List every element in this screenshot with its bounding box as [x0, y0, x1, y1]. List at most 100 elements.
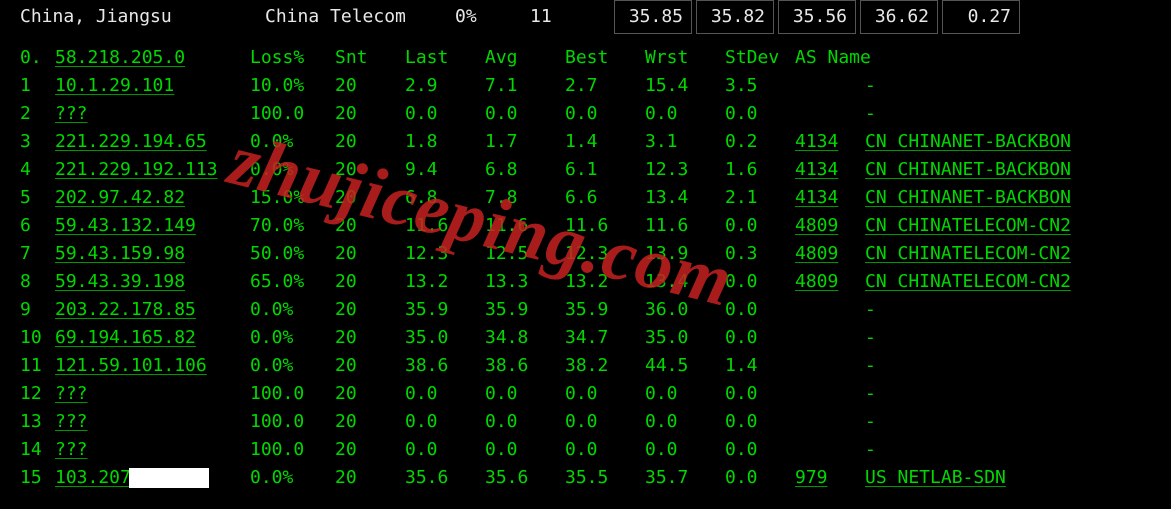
header-host: 58.218.205.0: [55, 44, 250, 72]
hop-wrst: 35.7: [645, 464, 725, 492]
header-hop: 0.: [20, 44, 55, 72]
hop-host: 59.43.132.149: [55, 212, 250, 240]
hop-loss: 0.0%: [250, 296, 335, 324]
header-stdev: StDev: [725, 44, 795, 72]
hop-snt: 20: [335, 72, 405, 100]
hop-loss: 0.0%: [250, 464, 335, 492]
hop-avg: 7.8: [485, 184, 565, 212]
hop-avg: 1.7: [485, 128, 565, 156]
hop-number: 8: [20, 268, 55, 296]
hop-asn: 979: [795, 464, 865, 492]
hop-loss: 100.0: [250, 408, 335, 436]
hop-last: 12.3: [405, 240, 485, 268]
hop-avg: 34.8: [485, 324, 565, 352]
hop-avg: 11.6: [485, 212, 565, 240]
hop-asname: -: [865, 72, 1171, 100]
mtr-row: 859.43.39.19865.0%2013.213.313.213.40.04…: [20, 268, 1171, 296]
hop-last: 1.8: [405, 128, 485, 156]
hop-number: 5: [20, 184, 55, 212]
hop-best: 0.0: [565, 380, 645, 408]
hop-host: 69.194.165.82: [55, 324, 250, 352]
mtr-row: 3221.229.194.650.0%201.81.71.43.10.24134…: [20, 128, 1171, 156]
hop-last: 0.0: [405, 100, 485, 128]
hop-last: 6.8: [405, 184, 485, 212]
hop-avg: 12.5: [485, 240, 565, 268]
hop-snt: 20: [335, 212, 405, 240]
hop-stdev: 2.1: [725, 184, 795, 212]
hop-number: 9: [20, 296, 55, 324]
mtr-row: 759.43.159.9850.0%2012.312.512.313.90.34…: [20, 240, 1171, 268]
hop-number: 7: [20, 240, 55, 268]
hop-snt: 20: [335, 240, 405, 268]
summary-row: China, Jiangsu China Telecom 0% 11 35.85…: [0, 0, 1171, 34]
hop-avg: 13.3: [485, 268, 565, 296]
hop-number: 14: [20, 436, 55, 464]
hop-number: 1: [20, 72, 55, 100]
hop-loss: 70.0%: [250, 212, 335, 240]
hop-wrst: 0.0: [645, 408, 725, 436]
hop-number: 13: [20, 408, 55, 436]
mtr-row: 12???100.0200.00.00.00.00.0-: [20, 380, 1171, 408]
hop-avg: 7.1: [485, 72, 565, 100]
redaction-box: [129, 468, 209, 488]
hop-loss: 0.0%: [250, 324, 335, 352]
mtr-row: 659.43.132.14970.0%2011.611.611.611.60.0…: [20, 212, 1171, 240]
hop-last: 38.6: [405, 352, 485, 380]
summary-pct: 0%: [455, 3, 530, 31]
hop-snt: 20: [335, 184, 405, 212]
hop-number: 4: [20, 156, 55, 184]
hop-asn: 4134: [795, 128, 865, 156]
hop-last: 0.0: [405, 436, 485, 464]
hop-stdev: 0.0: [725, 296, 795, 324]
hop-wrst: 0.0: [645, 100, 725, 128]
hop-wrst: 35.0: [645, 324, 725, 352]
hop-avg: 6.8: [485, 156, 565, 184]
hop-host: 59.43.159.98: [55, 240, 250, 268]
summary-count: 11: [530, 3, 610, 31]
hop-asname: -: [865, 296, 1171, 324]
hop-last: 35.6: [405, 464, 485, 492]
hop-best: 38.2: [565, 352, 645, 380]
hop-number: 11: [20, 352, 55, 380]
hop-snt: 20: [335, 268, 405, 296]
hop-asname: CN CHINATELECOM-CN2: [865, 240, 1171, 268]
hop-last: 0.0: [405, 408, 485, 436]
hop-stdev: 0.0: [725, 464, 795, 492]
hop-asn: 4809: [795, 268, 865, 296]
hop-stdev: 0.0: [725, 100, 795, 128]
hop-host: 59.43.39.198: [55, 268, 250, 296]
hop-best: 0.0: [565, 408, 645, 436]
hop-stdev: 0.0: [725, 436, 795, 464]
hop-host: 203.22.178.85: [55, 296, 250, 324]
hop-host: ???: [55, 436, 250, 464]
summary-location: China, Jiangsu: [20, 3, 265, 31]
hop-wrst: 0.0: [645, 380, 725, 408]
summary-isp: China Telecom: [265, 3, 455, 31]
hop-best: 13.2: [565, 268, 645, 296]
mtr-row: 14???100.0200.00.00.00.00.0-: [20, 436, 1171, 464]
hop-avg: 0.0: [485, 100, 565, 128]
hop-loss: 100.0: [250, 380, 335, 408]
hop-stdev: 0.0: [725, 212, 795, 240]
hop-snt: 20: [335, 380, 405, 408]
hop-asname: -: [865, 436, 1171, 464]
hop-asname: -: [865, 408, 1171, 436]
header-loss: Loss%: [250, 44, 335, 72]
hop-number: 2: [20, 100, 55, 128]
hop-asn: 4134: [795, 156, 865, 184]
hop-host: ???: [55, 380, 250, 408]
hop-best: 6.6: [565, 184, 645, 212]
hop-asname: -: [865, 380, 1171, 408]
hop-last: 2.9: [405, 72, 485, 100]
mtr-row: 4221.229.192.1130.0%209.46.86.112.31.641…: [20, 156, 1171, 184]
hop-number: 12: [20, 380, 55, 408]
mtr-output: 0. 58.218.205.0 Loss% Snt Last Avg Best …: [0, 34, 1171, 492]
hop-wrst: 13.4: [645, 268, 725, 296]
hop-best: 1.4: [565, 128, 645, 156]
hop-wrst: 0.0: [645, 436, 725, 464]
summary-stat-4: 0.27: [942, 0, 1020, 34]
hop-loss: 100.0: [250, 436, 335, 464]
hop-asname: CN CHINANET-BACKBON: [865, 156, 1171, 184]
hop-best: 11.6: [565, 212, 645, 240]
hop-wrst: 44.5: [645, 352, 725, 380]
